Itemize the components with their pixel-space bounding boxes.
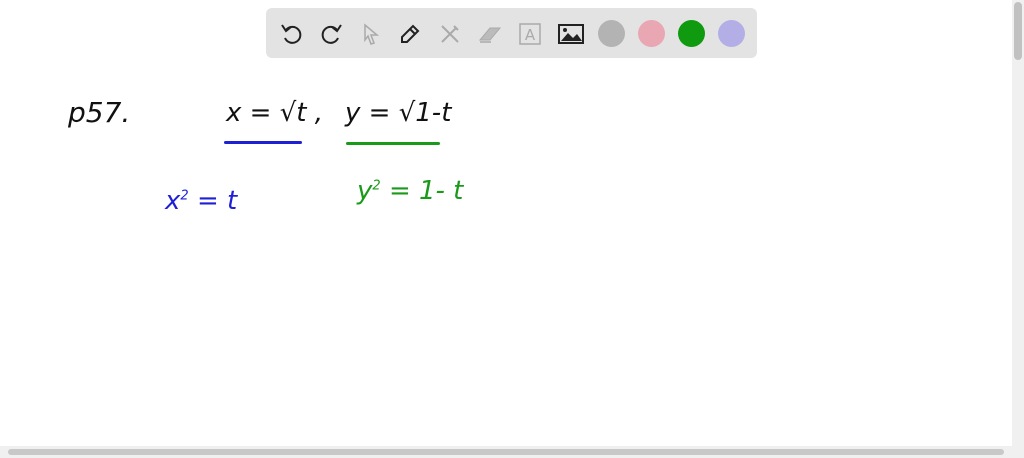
text-button[interactable]: A <box>516 20 544 48</box>
exponent: 2 <box>180 188 189 204</box>
equation-y-squared: y2 = 1- t <box>357 176 463 206</box>
undo-icon <box>281 24 302 44</box>
vertical-scrollbar[interactable] <box>1012 0 1024 446</box>
color-lavender[interactable] <box>718 20 745 47</box>
text-icon: A <box>519 23 541 45</box>
rhs: = 1- t <box>388 176 464 206</box>
color-green[interactable] <box>678 20 705 47</box>
green-underline <box>346 142 440 145</box>
equation-y: y = √1-t <box>345 98 452 128</box>
tools-icon <box>441 25 459 43</box>
redo-icon <box>321 24 342 44</box>
base: y <box>357 176 373 206</box>
equation-x: x = √t , <box>226 98 323 128</box>
pen-icon <box>401 24 420 43</box>
vertical-scroll-thumb[interactable] <box>1014 2 1022 60</box>
equation-x-squared: x2 = t <box>165 186 237 216</box>
tools-button[interactable] <box>436 20 464 48</box>
exponent: 2 <box>372 178 381 194</box>
image-icon <box>558 24 584 44</box>
drawing-toolbar: A <box>266 8 757 58</box>
horizontal-scroll-thumb[interactable] <box>8 449 1004 455</box>
color-gray[interactable] <box>598 20 625 47</box>
undo-button[interactable] <box>278 20 306 48</box>
eraser-icon <box>478 27 502 43</box>
select-button[interactable] <box>357 20 385 48</box>
rhs: = t <box>196 186 238 216</box>
svg-text:A: A <box>525 26 536 44</box>
base: x <box>165 186 181 216</box>
pen-button[interactable] <box>396 20 424 48</box>
eraser-button[interactable] <box>476 20 504 48</box>
select-icon <box>364 23 380 45</box>
image-button[interactable] <box>557 20 585 48</box>
redo-button[interactable] <box>317 20 345 48</box>
color-pink[interactable] <box>638 20 665 47</box>
blue-underline <box>224 141 302 144</box>
horizontal-scrollbar[interactable] <box>0 446 1024 458</box>
problem-label: p57. <box>68 96 131 129</box>
